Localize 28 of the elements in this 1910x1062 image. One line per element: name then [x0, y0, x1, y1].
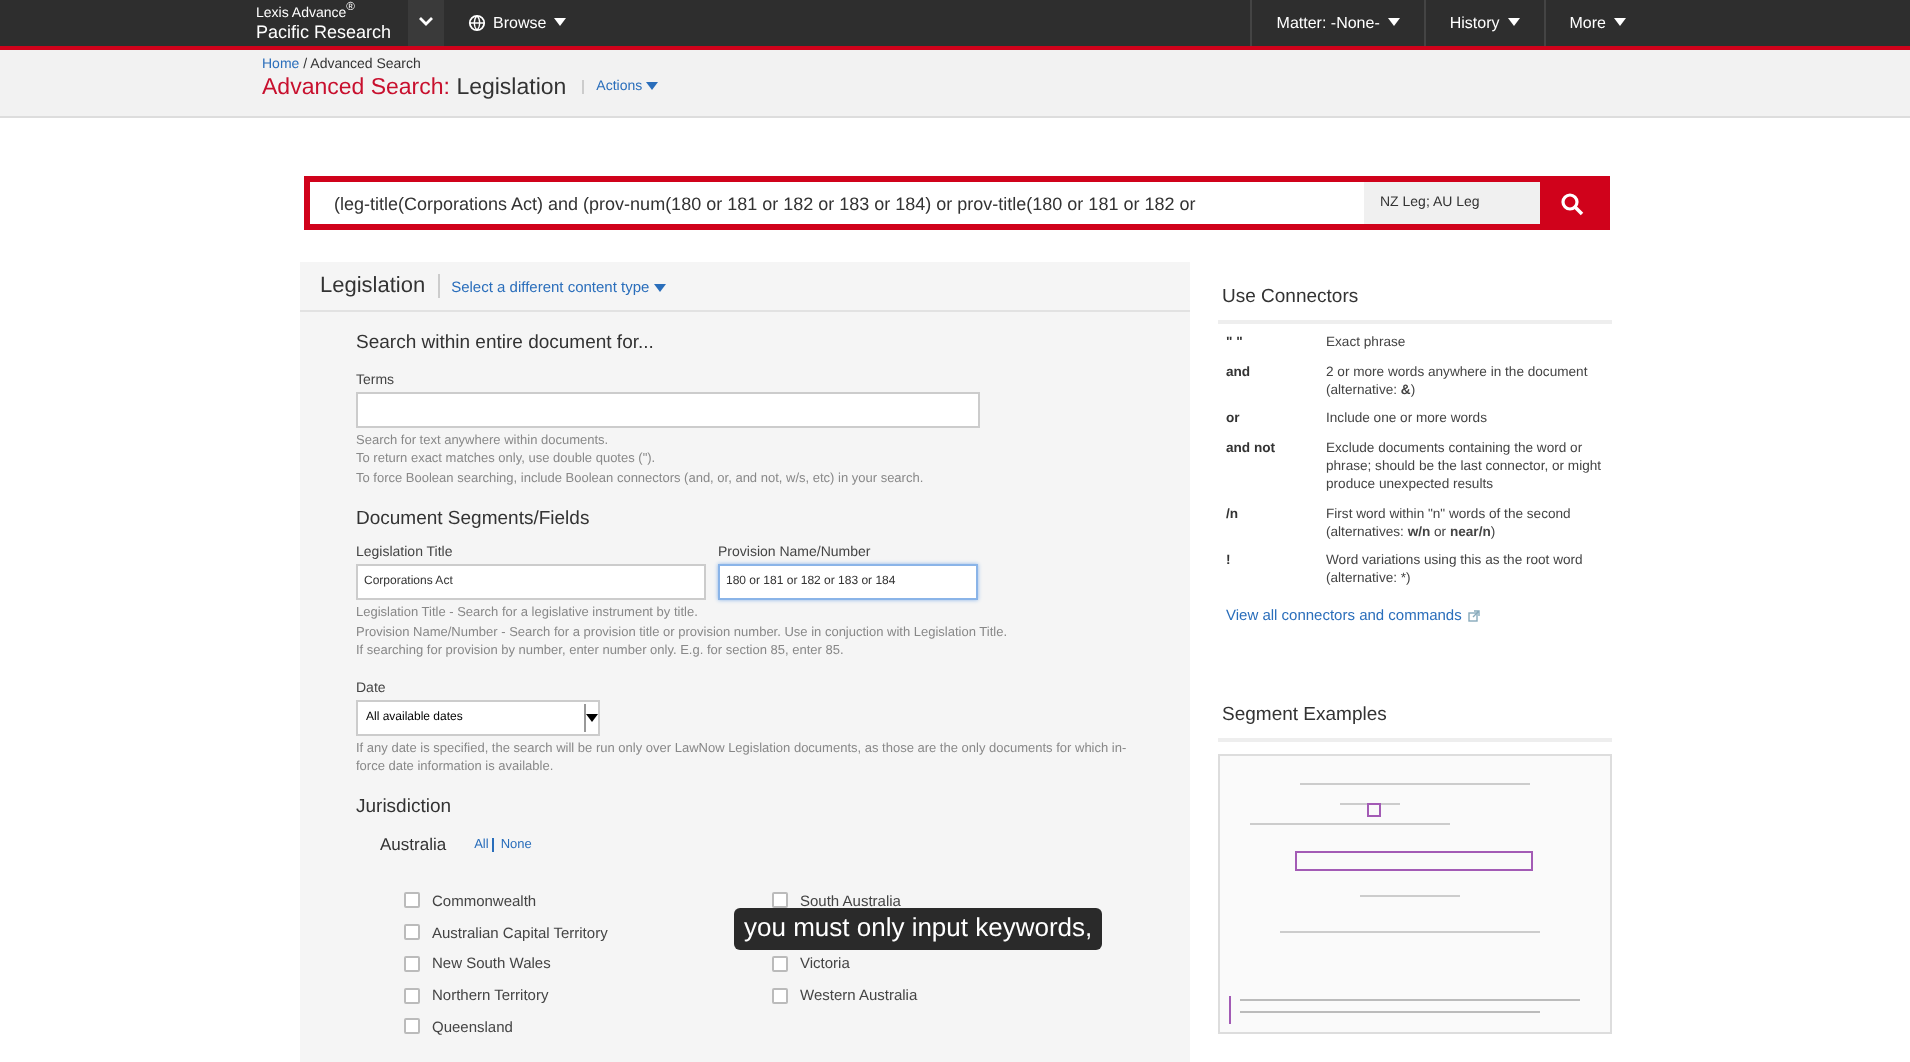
- nav-menu[interactable]: More: [1543, 0, 1650, 46]
- search-icon: [1560, 191, 1584, 216]
- external-link-icon: [1467, 609, 1480, 622]
- section-heading: Search within entire document for...: [356, 332, 656, 354]
- nav-menu[interactable]: History: [1423, 0, 1544, 46]
- panel-title: Legislation: [320, 274, 440, 298]
- caret-icon: [653, 283, 666, 291]
- caret-icon: [1507, 18, 1520, 27]
- globe-icon: [467, 13, 486, 32]
- caret-icon: [646, 82, 659, 91]
- sidebar-heading: Segment Examples: [1218, 680, 1612, 743]
- caret-icon: [1387, 18, 1400, 27]
- nav-menu[interactable]: Matter: -None-: [1250, 0, 1424, 46]
- terms-field[interactable]: [356, 392, 980, 428]
- search-button[interactable]: [1540, 182, 1604, 224]
- search-field[interactable]: (leg-title(Corporations Act) and (prov-num(180 or 181 or 182 or 183 or 184) or prov-title(180 or 181 or 182 or: [310, 182, 1364, 224]
- expand-button[interactable]: [407, 0, 444, 46]
- section-heading: Jurisdiction: [356, 796, 454, 819]
- caret-icon: [1614, 18, 1626, 27]
- video-caption: you must only input keywords,: [734, 908, 1103, 950]
- caret-icon: [554, 18, 567, 27]
- country-label: Australia: [380, 834, 447, 855]
- caret-icon: [586, 713, 598, 722]
- section-heading: Document Segments/Fields: [356, 508, 592, 531]
- sidebar-heading: Use Connectors: [1218, 262, 1612, 324]
- browse-menu[interactable]: Browse: [443, 0, 591, 46]
- page-title: Advanced Search: Legislation: [262, 75, 567, 100]
- chevron-down-icon: [417, 16, 434, 29]
